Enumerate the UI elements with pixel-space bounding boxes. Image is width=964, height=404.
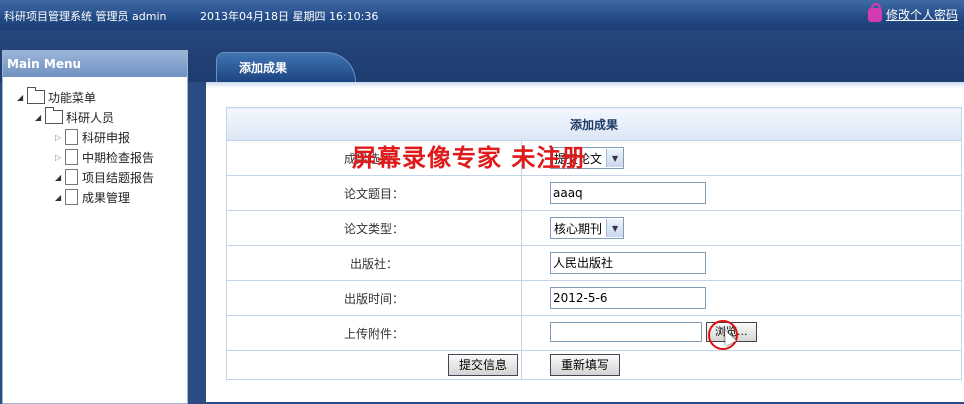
app-title: 科研项目管理系统 <box>4 10 92 23</box>
recorder-watermark: 屏幕录像专家 未注册 <box>352 143 587 172</box>
tab-add-result[interactable]: 添加成果 <box>216 52 356 82</box>
tree-item-results[interactable]: 成果管理 <box>17 187 187 207</box>
tree-item-research-apply[interactable]: 科研申报 <box>17 127 187 147</box>
app-info: 科研项目管理系统 管理员 admin <box>4 8 166 24</box>
user-role: 管理员 <box>95 10 129 23</box>
add-result-form: 添加成果 成果选择： 提交论文 ▼ 论文题目： aaaq 论文类型： 核心期刊 … <box>226 107 962 380</box>
tree-item-label: 科研申报 <box>82 130 131 145</box>
collapse-icon[interactable] <box>55 133 65 142</box>
document-icon <box>65 129 78 145</box>
folder-icon <box>45 107 63 124</box>
user-name: admin <box>132 10 167 23</box>
form-title: 添加成果 <box>226 107 962 141</box>
change-password-link[interactable]: 修改个人密码 <box>867 2 958 23</box>
tree-root[interactable]: 功能菜单 <box>17 87 187 107</box>
submit-button[interactable]: 提交信息 <box>447 354 518 376</box>
publisher-input[interactable]: 人民出版社 <box>550 252 706 274</box>
tree-group-label: 科研人员 <box>66 110 115 125</box>
datetime: 2013年04月18日 星期四 16:10:36 <box>200 10 379 23</box>
chevron-down-icon[interactable]: ▼ <box>606 219 624 237</box>
collapse-icon[interactable] <box>55 153 65 162</box>
menu-tree: 功能菜单 科研人员 科研申报 中期检查报告 项目结题报告 成果管理 <box>3 77 187 207</box>
attachment-path-field[interactable] <box>550 321 702 342</box>
tree-item-midterm-report[interactable]: 中期检查报告 <box>17 147 187 167</box>
change-password-label: 修改个人密码 <box>885 8 958 22</box>
expand-icon[interactable] <box>55 193 65 202</box>
form-label: 上传附件： <box>226 315 522 351</box>
document-icon <box>65 149 78 165</box>
reset-button[interactable]: 重新填写 <box>550 354 621 376</box>
document-icon <box>65 169 78 185</box>
form-label: 出版社： <box>226 245 522 281</box>
form-label: 出版时间： <box>226 280 522 316</box>
tree-item-label: 项目结题报告 <box>82 170 155 185</box>
tree-item-label: 成果管理 <box>82 190 131 205</box>
tree-item-final-report[interactable]: 项目结题报告 <box>17 167 187 187</box>
tree-root-label: 功能菜单 <box>48 90 97 105</box>
paper-type-select[interactable]: 核心期刊 ▼ <box>550 217 625 239</box>
document-icon <box>65 189 78 205</box>
publish-date-input[interactable]: 2012-5-6 <box>550 287 706 309</box>
sidebar-title: Main Menu <box>3 51 187 77</box>
folder-icon <box>27 87 45 104</box>
lock-icon <box>867 2 882 22</box>
chevron-down-icon[interactable]: ▼ <box>606 149 624 167</box>
paper-title-input[interactable]: aaaq <box>550 182 706 204</box>
select-value: 核心期刊 <box>554 221 603 236</box>
top-bar: 科研项目管理系统 管理员 admin 2013年04月18日 星期四 16:10… <box>0 0 964 30</box>
expand-icon[interactable] <box>55 173 65 182</box>
tree-item-label: 中期检查报告 <box>82 150 155 165</box>
expand-icon[interactable] <box>35 113 45 122</box>
expand-icon[interactable] <box>17 93 27 102</box>
tab-underline <box>206 82 964 88</box>
form-label: 论文类型： <box>226 210 522 246</box>
tree-group[interactable]: 科研人员 <box>17 107 187 127</box>
sidebar: Main Menu 功能菜单 科研人员 科研申报 中期检查报告 项目结题报告 <box>2 50 188 404</box>
form-label: 论文题目： <box>226 175 522 211</box>
